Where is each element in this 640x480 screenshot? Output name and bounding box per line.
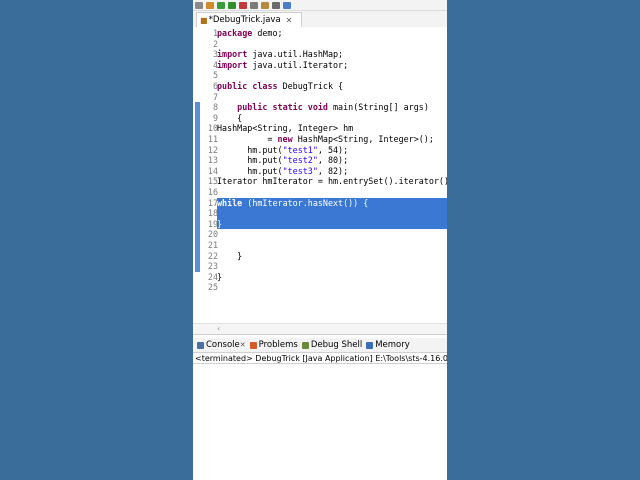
code-line[interactable]: hm.put("test3", 82); (217, 166, 447, 177)
editor-tab-debugtrick[interactable]: ■ *DebugTrick.java ✕ (196, 12, 302, 27)
line-number: 22 (207, 250, 218, 261)
line-number: 1 (212, 28, 218, 38)
code-line[interactable]: } (217, 272, 447, 283)
code-line[interactable]: = new HashMap<String, Integer>(); (217, 134, 447, 145)
main-toolbar (193, 0, 447, 11)
line-number: 10 (207, 123, 218, 134)
line-number: 12 (207, 144, 218, 155)
code-area[interactable]: package demo; import java.util.HashMap; im… (217, 27, 447, 323)
code-editor[interactable]: 1 2 3 4 5 6 7 8 9 10 11 12 13 14 15 16 17 18 19 20 21 22 23 24 2… (193, 27, 447, 323)
code-line[interactable] (217, 229, 447, 240)
menu-icon[interactable] (195, 1, 203, 9)
line-number: 19 (207, 218, 218, 229)
tab-memory[interactable]: Memory (366, 340, 410, 350)
code-line[interactable] (217, 187, 447, 198)
java-file-icon: ■ (200, 15, 208, 25)
line-number: 9 (212, 112, 218, 123)
code-line[interactable] (217, 70, 447, 81)
line-number: 13 (207, 155, 218, 166)
console-status-line: <terminated> DebugTrick [Java Applicatio… (193, 352, 447, 364)
code-line[interactable] (217, 282, 447, 293)
line-number: 2 (212, 38, 218, 49)
line-number: 7 (212, 91, 218, 102)
line-number: 6 (212, 81, 218, 91)
code-line[interactable]: hm.put("test1", 54); (217, 145, 447, 156)
run-icon[interactable] (228, 1, 236, 9)
line-number: 21 (207, 240, 218, 250)
code-line[interactable]: import java.util.Iterator; (217, 60, 447, 71)
line-number: 25 (207, 282, 218, 293)
perspective-icon[interactable] (283, 1, 291, 9)
code-line[interactable]: import java.util.HashMap; (217, 49, 447, 60)
line-number: 24 (207, 271, 218, 282)
close-icon[interactable]: ✕ (286, 16, 293, 25)
code-line[interactable]: package demo; (217, 28, 447, 39)
close-icon[interactable]: ✕ (240, 341, 246, 349)
tab-problems[interactable]: Problems (249, 340, 298, 350)
editor-tab-label: *DebugTrick.java (208, 15, 281, 25)
tab-label: Console (206, 340, 240, 350)
new-icon[interactable] (250, 1, 258, 9)
line-number: 16 (207, 187, 218, 197)
memory-icon (366, 341, 374, 349)
code-line[interactable]: hm.put("test2", 80); (217, 155, 447, 166)
code-line[interactable] (217, 240, 447, 251)
code-line[interactable]: } (217, 251, 447, 262)
line-number: 14 (207, 165, 218, 176)
line-number: 8 (212, 102, 218, 113)
line-number: 3 (212, 49, 218, 60)
stop-icon[interactable] (239, 1, 247, 9)
line-number: 20 (207, 229, 218, 240)
tab-label: Debug Shell (310, 340, 363, 350)
debug-shell-icon (301, 341, 309, 349)
line-number: 11 (207, 134, 218, 144)
code-line[interactable]: } (217, 218, 447, 230)
package-icon[interactable] (261, 1, 269, 9)
code-line[interactable]: Iterator hmIterator = hm.entrySet().iter… (217, 176, 447, 187)
tab-debug-shell[interactable]: Debug Shell (301, 340, 363, 350)
editor-tab-bar: ■ *DebugTrick.java ✕ (193, 11, 447, 28)
line-number: 4 (212, 59, 218, 70)
tab-label: Memory (375, 340, 410, 350)
console-icon (197, 341, 204, 349)
line-number: 23 (207, 261, 218, 272)
line-number: 15 (207, 176, 218, 187)
console-tab-bar: Console ✕ Problems Debug Shell Memory (193, 338, 447, 352)
line-number: 5 (212, 70, 218, 81)
code-line[interactable]: HashMap<String, Integer> hm (217, 123, 447, 134)
line-number-gutter: 1 2 3 4 5 6 7 8 9 10 11 12 13 14 15 16 17 18 19 20 21 22 23 24 2… (200, 27, 218, 323)
skip-breakpoints-icon[interactable] (206, 1, 214, 9)
code-line[interactable] (217, 261, 447, 272)
line-number: 18 (207, 208, 218, 219)
scroll-left-icon[interactable]: ‹ (217, 324, 220, 333)
code-line[interactable]: public static void main(String[] args) (217, 102, 447, 113)
code-line[interactable]: while (hmIterator.hasNext()) { (217, 197, 447, 209)
tab-label: Problems (258, 340, 298, 350)
search-icon[interactable] (272, 1, 280, 9)
horizontal-scrollbar[interactable]: ‹ (193, 323, 447, 335)
code-line[interactable] (217, 208, 447, 219)
problems-icon (249, 341, 257, 349)
console-output[interactable] (193, 364, 447, 480)
tab-console[interactable]: Console ✕ (197, 340, 246, 350)
code-line[interactable]: public class DebugTrick { (217, 81, 447, 92)
code-line[interactable] (217, 92, 447, 103)
eclipse-window: ■ *DebugTrick.java ✕ 1 2 3 4 5 6 7 8 9 10 11 12 13 14… (193, 0, 447, 480)
code-line[interactable] (217, 39, 447, 50)
code-line[interactable]: { (217, 113, 447, 124)
debug-icon[interactable] (217, 1, 225, 9)
line-number: 17 (207, 197, 218, 208)
